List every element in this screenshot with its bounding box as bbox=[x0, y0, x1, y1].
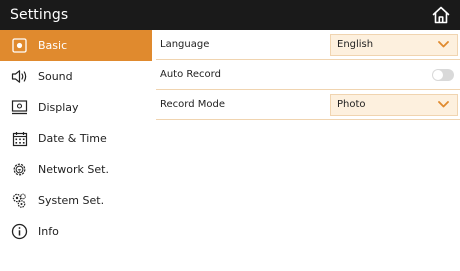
auto-record-toggle[interactable] bbox=[432, 68, 454, 81]
language-value: English bbox=[337, 39, 374, 50]
top-bar: Settings bbox=[0, 0, 460, 30]
sidebar-item-basic[interactable]: Basic bbox=[0, 30, 152, 61]
auto-record-row: Auto Record bbox=[156, 60, 460, 90]
sidebar-item-system[interactable]: System Set. bbox=[0, 185, 152, 216]
monitor-icon bbox=[10, 98, 29, 117]
speaker-icon bbox=[10, 67, 29, 86]
network-gear-icon bbox=[10, 160, 29, 179]
sidebar-item-info[interactable]: Info bbox=[0, 216, 152, 247]
sidebar-item-label: Date & Time bbox=[38, 132, 107, 145]
record-mode-select[interactable]: Photo bbox=[330, 93, 458, 116]
system-gears-icon bbox=[10, 191, 29, 210]
sidebar-item-label: Network Set. bbox=[38, 163, 109, 176]
sidebar-item-display[interactable]: Display bbox=[0, 92, 152, 123]
auto-record-label: Auto Record bbox=[160, 69, 221, 80]
page-title: Settings bbox=[10, 7, 69, 23]
record-mode-value: Photo bbox=[337, 99, 366, 110]
record-mode-label: Record Mode bbox=[160, 99, 225, 110]
sidebar-item-label: Sound bbox=[38, 70, 73, 83]
language-row: Language English bbox=[156, 30, 460, 60]
home-button[interactable] bbox=[430, 4, 452, 26]
basic-icon bbox=[10, 36, 29, 55]
language-label: Language bbox=[160, 39, 210, 50]
chevron-down-icon bbox=[438, 101, 449, 108]
sidebar-item-date-time[interactable]: Date & Time bbox=[0, 123, 152, 154]
sidebar: Basic Sound Display Date & Time Network … bbox=[0, 30, 152, 271]
record-mode-row: Record Mode Photo bbox=[156, 90, 460, 120]
sidebar-item-label: Info bbox=[38, 225, 59, 238]
home-icon bbox=[432, 6, 450, 24]
chevron-down-icon bbox=[438, 41, 449, 48]
calendar-icon bbox=[10, 129, 29, 148]
sidebar-item-label: Display bbox=[38, 101, 79, 114]
settings-panel: Language English Auto Record Record Mode… bbox=[152, 30, 460, 271]
sidebar-item-label: System Set. bbox=[38, 194, 105, 207]
sidebar-item-label: Basic bbox=[38, 39, 68, 52]
toggle-knob bbox=[433, 69, 443, 80]
language-select[interactable]: English bbox=[330, 33, 458, 56]
sidebar-item-network[interactable]: Network Set. bbox=[0, 154, 152, 185]
sidebar-item-sound[interactable]: Sound bbox=[0, 61, 152, 92]
info-icon bbox=[10, 222, 29, 241]
